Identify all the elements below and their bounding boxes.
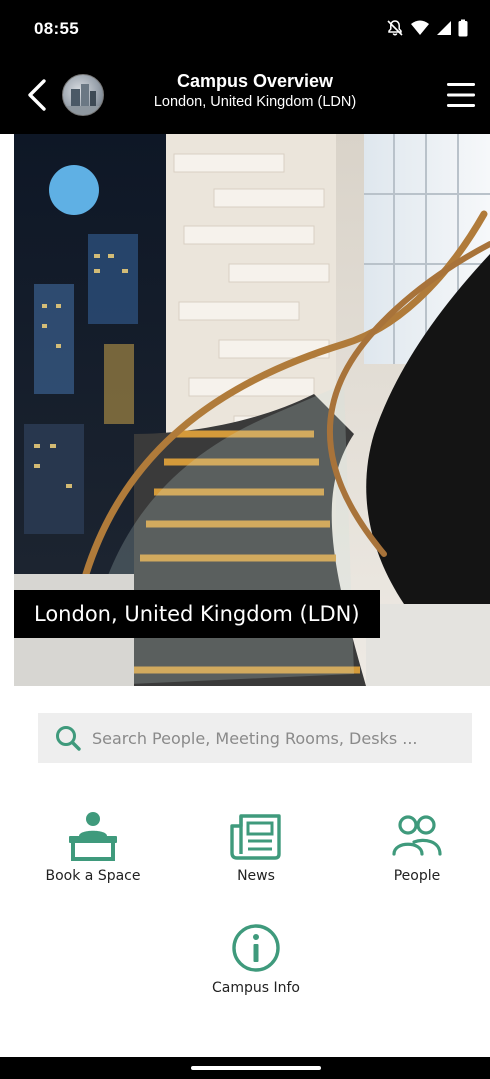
menu-icon <box>447 83 475 107</box>
back-icon <box>28 79 46 111</box>
book-a-space-button[interactable]: Book a Space <box>28 810 158 884</box>
info-icon <box>232 924 280 972</box>
campus-info-label: Campus Info <box>212 980 300 996</box>
desk-person-icon <box>69 812 117 861</box>
back-button[interactable] <box>20 76 54 114</box>
search-icon <box>56 726 81 751</box>
news-button[interactable]: News <box>191 810 321 884</box>
app-bar: Campus Overview London, United Kingdom (… <box>0 56 490 134</box>
people-button[interactable]: People <box>352 810 482 884</box>
campus-overview-screen: 08:55 Campus Overview London, United Kin… <box>0 0 490 1079</box>
search-input[interactable]: Search People, Meeting Rooms, Desks ... <box>38 713 472 763</box>
wifi-icon <box>411 20 429 35</box>
bell-muted-icon <box>387 20 403 36</box>
status-bar: 08:55 <box>0 0 490 56</box>
status-icons <box>386 18 468 38</box>
campus-hero-image: London, United Kingdom (LDN) <box>14 134 490 686</box>
signal-icon <box>437 21 451 35</box>
campus-avatar[interactable] <box>62 74 104 116</box>
people-icon <box>392 815 442 856</box>
newspaper-icon <box>230 814 281 860</box>
hero-location-caption: London, United Kingdom (LDN) <box>14 590 380 638</box>
battery-icon <box>458 19 468 37</box>
building-thumbnail-icon <box>63 84 103 115</box>
status-time: 08:55 <box>34 19 79 38</box>
search-placeholder: Search People, Meeting Rooms, Desks ... <box>92 728 418 748</box>
news-label: News <box>237 868 275 884</box>
page-title: Campus Overview <box>176 71 334 91</box>
campus-info-button[interactable]: Campus Info <box>191 922 321 996</box>
home-indicator[interactable] <box>191 1066 321 1070</box>
system-navigation-bar <box>0 1057 490 1079</box>
book-a-space-label: Book a Space <box>45 868 141 884</box>
people-label: People <box>393 868 441 884</box>
menu-button[interactable] <box>444 78 478 112</box>
page-subtitle: London, United Kingdom (LDN) <box>153 94 357 110</box>
title-block: Campus Overview London, United Kingdom (… <box>110 70 400 112</box>
